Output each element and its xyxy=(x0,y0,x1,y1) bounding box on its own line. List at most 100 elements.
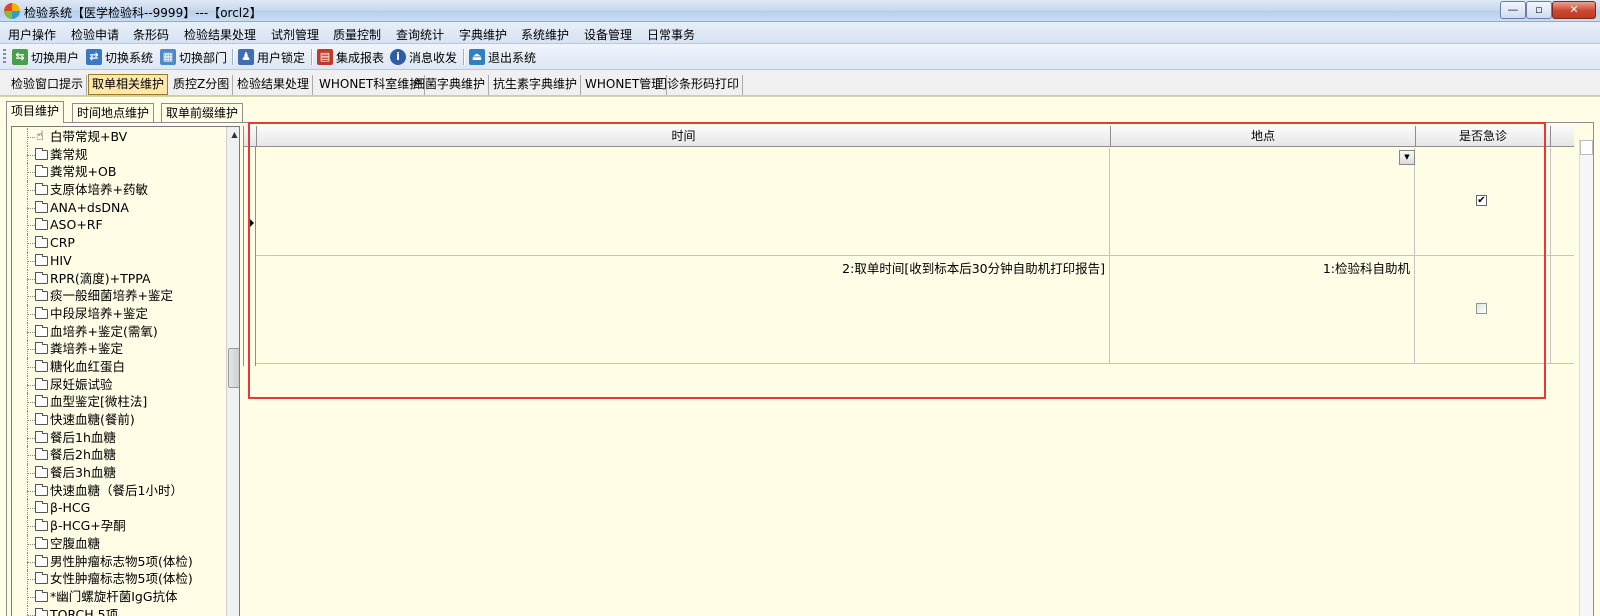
tree-scrollbar[interactable]: ▲ xyxy=(226,127,239,616)
row-indicator-column xyxy=(244,147,256,366)
tab-whonet-dept[interactable]: WHONET科室维护 xyxy=(316,75,426,95)
folder-icon xyxy=(35,466,48,479)
close-button[interactable]: ✕ xyxy=(1552,1,1596,19)
tree-item[interactable]: 血型鉴定[微柱法] xyxy=(12,393,222,411)
tree-item[interactable]: 粪培养+鉴定 xyxy=(12,340,222,358)
menu-quality-control[interactable]: 质量控制 xyxy=(333,26,381,43)
folder-icon xyxy=(35,359,48,372)
cell-urgent[interactable] xyxy=(1415,256,1551,363)
tree-item[interactable]: *幽门螺旋杆菌IgG抗体 xyxy=(12,587,222,606)
menu-user-ops[interactable]: 用户操作 xyxy=(8,26,56,43)
tab-pickup-maintenance[interactable]: 取单相关维护 xyxy=(88,74,169,95)
tree-item[interactable]: 女性肿瘤标志物5项(体检) xyxy=(12,570,222,588)
tab-outpatient-barcode-print[interactable]: 门诊条形码打印 xyxy=(652,75,744,95)
menu-test-request[interactable]: 检验申请 xyxy=(71,26,119,43)
item-tree[interactable]: ☝ 白带常规+BV 粪常规 粪常规+OB 支原体培养+药敏 ANA+dsDNA ASO+RF… xyxy=(11,126,240,616)
tree-item-label: 痰一般细菌培养+鉴定 xyxy=(50,288,173,304)
menu-barcode[interactable]: 条形码 xyxy=(133,26,169,43)
folder-icon xyxy=(35,377,48,390)
tree-item[interactable]: CRP xyxy=(12,234,222,252)
message-button[interactable]: i 消息收发 xyxy=(390,48,457,66)
folder-icon xyxy=(35,183,48,196)
tree-item-label: 餐后1h血糖 xyxy=(50,429,116,445)
column-header-time[interactable]: 时间 xyxy=(256,126,1110,147)
tree-item[interactable]: 男性肿瘤标志物5项(体检) xyxy=(12,552,222,571)
folder-icon xyxy=(35,165,48,178)
tree-item-label: TORCH 5项 xyxy=(50,606,119,616)
cell-time[interactable] xyxy=(256,148,1110,255)
tab-item-maintenance[interactable]: 项目维护 xyxy=(6,101,65,123)
tree-item[interactable]: 快速血糖(餐前) xyxy=(12,411,222,429)
tree-item[interactable]: ANA+dsDNA xyxy=(12,198,222,217)
menu-reagent-management[interactable]: 试剂管理 xyxy=(271,26,319,43)
grid-scrollbar[interactable] xyxy=(1579,140,1593,616)
tree-item-label: *幽门螺旋杆菌IgG抗体 xyxy=(50,588,178,604)
menu-device-management[interactable]: 设备管理 xyxy=(584,26,632,43)
tree-item[interactable]: 餐后2h血糖 xyxy=(12,446,222,464)
cell-time[interactable]: 2:取单时间[收到标本后30分钟自助机打印报告] xyxy=(256,256,1110,363)
switch-user-button[interactable]: ⇆ 切换用户 xyxy=(12,48,79,66)
folder-icon xyxy=(35,413,48,425)
tab-time-place-maintenance[interactable]: 时间地点维护 xyxy=(72,103,155,123)
tree-item[interactable]: 餐后3h血糖 xyxy=(12,464,222,482)
menu-dictionary-maintenance[interactable]: 字典维护 xyxy=(459,26,507,43)
tree-item[interactable]: 支原体培养+药敏 xyxy=(12,181,222,199)
cell-urgent[interactable]: ✔ xyxy=(1415,148,1551,255)
menu-result-processing[interactable]: 检验结果处理 xyxy=(184,26,256,43)
menu-query-statistics[interactable]: 查询统计 xyxy=(396,26,444,43)
tree-item[interactable]: TORCH 5项 xyxy=(12,605,222,616)
tab-prefix-maintenance[interactable]: 取单前缀维护 xyxy=(161,103,244,123)
column-header-urgent[interactable]: 是否急诊 xyxy=(1415,126,1551,147)
scroll-up-icon[interactable]: ▲ xyxy=(227,127,239,142)
maximize-button[interactable]: ▫ xyxy=(1526,1,1552,19)
tree-item[interactable]: 空腹血糖 xyxy=(12,534,222,553)
message-icon: i xyxy=(390,49,406,65)
tree-item-label: 空腹血糖 xyxy=(50,535,101,551)
tree-item-label: 中段尿培养+鉴定 xyxy=(50,305,148,321)
cell-place[interactable]: 1:检验科自助机 xyxy=(1110,256,1415,363)
tree-item[interactable]: 痰一般细菌培养+鉴定 xyxy=(12,287,222,305)
toolbar-grip[interactable] xyxy=(3,49,6,65)
menu-system-maintenance[interactable]: 系统维护 xyxy=(521,26,569,43)
cell-place[interactable]: ▼ xyxy=(1110,148,1415,255)
tab-qc-z-chart[interactable]: 质控Z分图 xyxy=(170,75,234,95)
tree-item[interactable]: 快速血糖（餐后1小时） xyxy=(12,481,222,500)
tab-result-processing[interactable]: 检验结果处理 xyxy=(234,75,314,95)
lock-user-button[interactable]: ♟ 用户锁定 xyxy=(238,48,305,66)
main-tab-strip: 检验窗口提示 取单相关维护 质控Z分图 检验结果处理 WHONET科室维护 细菌… xyxy=(0,70,1600,96)
grid-scroll-up-icon[interactable] xyxy=(1580,140,1593,155)
tree-item[interactable]: 中段尿培养+鉴定 xyxy=(12,304,222,323)
tree-item[interactable]: 粪常规 xyxy=(12,145,222,164)
tree-item[interactable]: ☝ 白带常规+BV xyxy=(12,128,222,146)
urgent-checkbox[interactable] xyxy=(1476,303,1487,314)
menu-daily-affairs[interactable]: 日常事务 xyxy=(647,26,695,43)
table-row[interactable]: 2:取单时间[收到标本后30分钟自助机打印报告] 1:检验科自助机 xyxy=(256,256,1574,364)
switch-system-button[interactable]: ⇄ 切换系统 xyxy=(86,48,153,66)
exit-system-button[interactable]: ⏏ 退出系统 xyxy=(469,48,536,66)
tree-item-label: β-HCG xyxy=(50,500,91,516)
urgent-checkbox[interactable]: ✔ xyxy=(1476,195,1487,206)
folder-icon xyxy=(35,483,48,496)
tree-item[interactable]: β-HCG xyxy=(12,499,222,517)
tree-item[interactable]: 尿妊娠试验 xyxy=(12,375,222,394)
integrated-report-button[interactable]: ▤ 集成报表 xyxy=(317,48,384,66)
tab-window-hints[interactable]: 检验窗口提示 xyxy=(8,75,88,95)
table-row[interactable]: ▼ ✔ xyxy=(256,148,1574,256)
tree-item[interactable]: 粪常规+OB xyxy=(12,163,222,181)
tree-item-label: ANA+dsDNA xyxy=(50,199,129,215)
tree-item[interactable]: 餐后1h血糖 xyxy=(12,428,222,447)
column-header-place[interactable]: 地点 xyxy=(1110,126,1415,147)
tab-bacteria-dictionary[interactable]: 细菌字典维护 xyxy=(410,75,490,95)
minimize-button[interactable]: — xyxy=(1500,1,1526,19)
switch-department-button[interactable]: ▦ 切换部门 xyxy=(160,48,227,66)
dropdown-arrow-icon[interactable]: ▼ xyxy=(1399,150,1415,165)
tree-item[interactable]: 血培养+鉴定(需氧) xyxy=(12,322,222,341)
current-row-pointer-icon xyxy=(248,217,254,229)
tree-item[interactable]: β-HCG+孕酮 xyxy=(12,517,222,535)
tree-scroll-thumb[interactable] xyxy=(228,348,239,388)
tree-item[interactable]: 糖化血红蛋白 xyxy=(12,357,222,376)
tree-item[interactable]: RPR(滴度)+TPPA xyxy=(12,269,222,288)
tab-antibiotic-dictionary[interactable]: 抗生素字典维护 xyxy=(490,75,582,95)
tree-item[interactable]: HIV xyxy=(12,251,222,270)
tree-item[interactable]: ASO+RF xyxy=(12,216,222,234)
